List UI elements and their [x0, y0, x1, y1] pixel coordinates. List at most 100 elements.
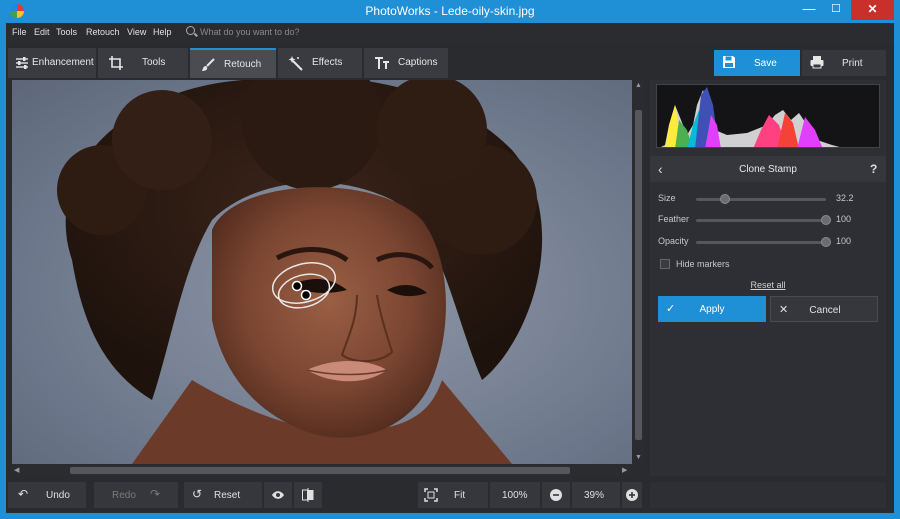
save-button[interactable]: Save — [714, 50, 800, 76]
zoom-100-label: 100% — [502, 490, 528, 501]
menu-help[interactable]: Help — [153, 27, 172, 37]
tab-captions[interactable]: Captions — [364, 48, 448, 78]
opacity-slider-handle[interactable] — [821, 237, 831, 247]
size-value: 32.2 — [836, 193, 854, 203]
menu-tools[interactable]: Tools — [56, 27, 77, 37]
horizontal-scroll-thumb[interactable] — [70, 467, 570, 474]
floppy-disk-icon — [723, 56, 735, 68]
sliders-icon — [16, 57, 28, 69]
photo — [57, 80, 543, 464]
tab-enhancement[interactable]: Enhancement — [8, 48, 96, 78]
size-slider-row: Size 32.2 — [658, 191, 880, 207]
printer-icon — [810, 56, 824, 69]
compare-icon — [302, 488, 314, 502]
compare-button[interactable] — [294, 482, 322, 508]
reset-all-link[interactable]: Reset all — [650, 280, 886, 290]
size-slider-handle[interactable] — [719, 194, 730, 204]
reset-button[interactable]: ↺ Reset — [184, 482, 262, 508]
scroll-up-icon[interactable]: ▲ — [635, 82, 642, 89]
maximize-button[interactable]: ☐ — [823, 0, 849, 20]
reset-icon: ↺ — [192, 487, 203, 501]
fit-to-screen-icon — [424, 488, 438, 502]
image-canvas[interactable] — [12, 80, 632, 464]
undo-icon: ↶ — [18, 487, 29, 501]
hide-markers-checkbox[interactable] — [660, 259, 670, 269]
vertical-scroll-thumb[interactable] — [635, 110, 642, 440]
zoom-in-button[interactable] — [622, 482, 642, 508]
size-slider-track[interactable] — [696, 198, 826, 201]
command-search — [186, 25, 350, 40]
crop-icon — [109, 56, 123, 70]
zoom-level-field[interactable]: 39% — [572, 482, 620, 508]
eye-icon — [272, 491, 284, 499]
save-label: Save — [754, 58, 777, 69]
text-icon — [375, 57, 389, 69]
fit-label: Fit — [454, 490, 466, 501]
undo-button[interactable]: ↶ Undo — [8, 482, 86, 508]
histogram-graph — [661, 87, 840, 147]
redo-icon: ↷ — [150, 487, 161, 501]
feather-label: Feather — [658, 214, 690, 224]
command-search-input[interactable] — [200, 25, 350, 39]
search-icon — [186, 26, 195, 35]
panel-header: ‹ Clone Stamp ? — [650, 156, 886, 182]
title-bar: PhotoWorks - Lede-oily-skin.jpg — ☐ ✕ — [6, 0, 894, 23]
window-title: PhotoWorks - Lede-oily-skin.jpg — [365, 4, 535, 18]
feather-slider-row: Feather 100 — [658, 212, 880, 228]
cancel-button[interactable]: ✕ Cancel — [770, 296, 878, 322]
scroll-left-icon[interactable]: ◀ — [14, 466, 19, 474]
tab-enhancement-label: Enhancement — [32, 57, 94, 68]
panel-title: Clone Stamp — [739, 164, 797, 175]
menu-file[interactable]: File — [12, 27, 27, 37]
menu-edit[interactable]: Edit — [34, 27, 50, 37]
zoom-in-icon — [626, 489, 638, 501]
apply-button[interactable]: ✓ Apply — [658, 296, 766, 322]
menu-retouch[interactable]: Retouch — [86, 27, 120, 37]
horizontal-scrollbar[interactable]: ◀ ▶ — [12, 465, 632, 476]
hide-markers-label: Hide markers — [676, 259, 730, 269]
tab-tools[interactable]: Tools — [98, 48, 188, 78]
zoom-out-icon — [550, 489, 562, 501]
close-button[interactable]: ✕ — [851, 0, 894, 20]
retouch-panel: ‹ Clone Stamp ? Size 32.2 Feather 100 Op… — [650, 80, 886, 476]
size-label: Size — [658, 193, 676, 203]
undo-label: Undo — [46, 490, 70, 501]
brush-icon — [202, 58, 215, 71]
redo-button[interactable]: Redo ↷ — [94, 482, 178, 508]
apply-label: Apply — [699, 304, 725, 315]
tab-captions-label: Captions — [398, 57, 438, 68]
preview-button[interactable] — [264, 482, 292, 508]
histogram — [656, 84, 880, 148]
print-label: Print — [842, 58, 863, 69]
tab-retouch-label: Retouch — [224, 59, 262, 70]
scroll-down-icon[interactable]: ▼ — [635, 454, 642, 461]
opacity-slider-track[interactable] — [696, 241, 826, 244]
menu-view[interactable]: View — [127, 27, 146, 37]
tab-effects[interactable]: Effects — [278, 48, 362, 78]
zoom-100-button[interactable]: 100% — [490, 482, 540, 508]
tab-retouch[interactable]: Retouch — [190, 48, 276, 78]
opacity-slider-row: Opacity 100 — [658, 234, 880, 250]
feather-value: 100 — [836, 214, 852, 224]
status-area — [650, 482, 886, 508]
zoom-level-value: 39% — [584, 490, 605, 501]
fit-button[interactable]: Fit — [418, 482, 488, 508]
minimize-button[interactable]: — — [796, 0, 822, 20]
menu-bar: File Edit Tools Retouch View Help — [6, 23, 894, 43]
face — [212, 187, 446, 438]
zoom-out-button[interactable] — [542, 482, 570, 508]
help-icon[interactable]: ? — [870, 162, 877, 176]
tab-tools-label: Tools — [142, 57, 166, 68]
hide-markers-row[interactable]: Hide markers — [658, 258, 858, 272]
tab-effects-label: Effects — [312, 57, 343, 68]
cancel-label: Cancel — [809, 305, 841, 316]
print-button[interactable]: Print — [802, 50, 886, 76]
reset-label: Reset — [214, 490, 241, 501]
redo-label: Redo — [112, 490, 136, 501]
scroll-right-icon[interactable]: ▶ — [622, 466, 627, 474]
vertical-scrollbar[interactable]: ▲ ▼ — [633, 80, 644, 464]
opacity-label: Opacity — [658, 236, 689, 246]
feather-slider-track[interactable] — [696, 219, 826, 222]
magic-wand-icon — [288, 56, 303, 71]
feather-slider-handle[interactable] — [821, 215, 831, 225]
